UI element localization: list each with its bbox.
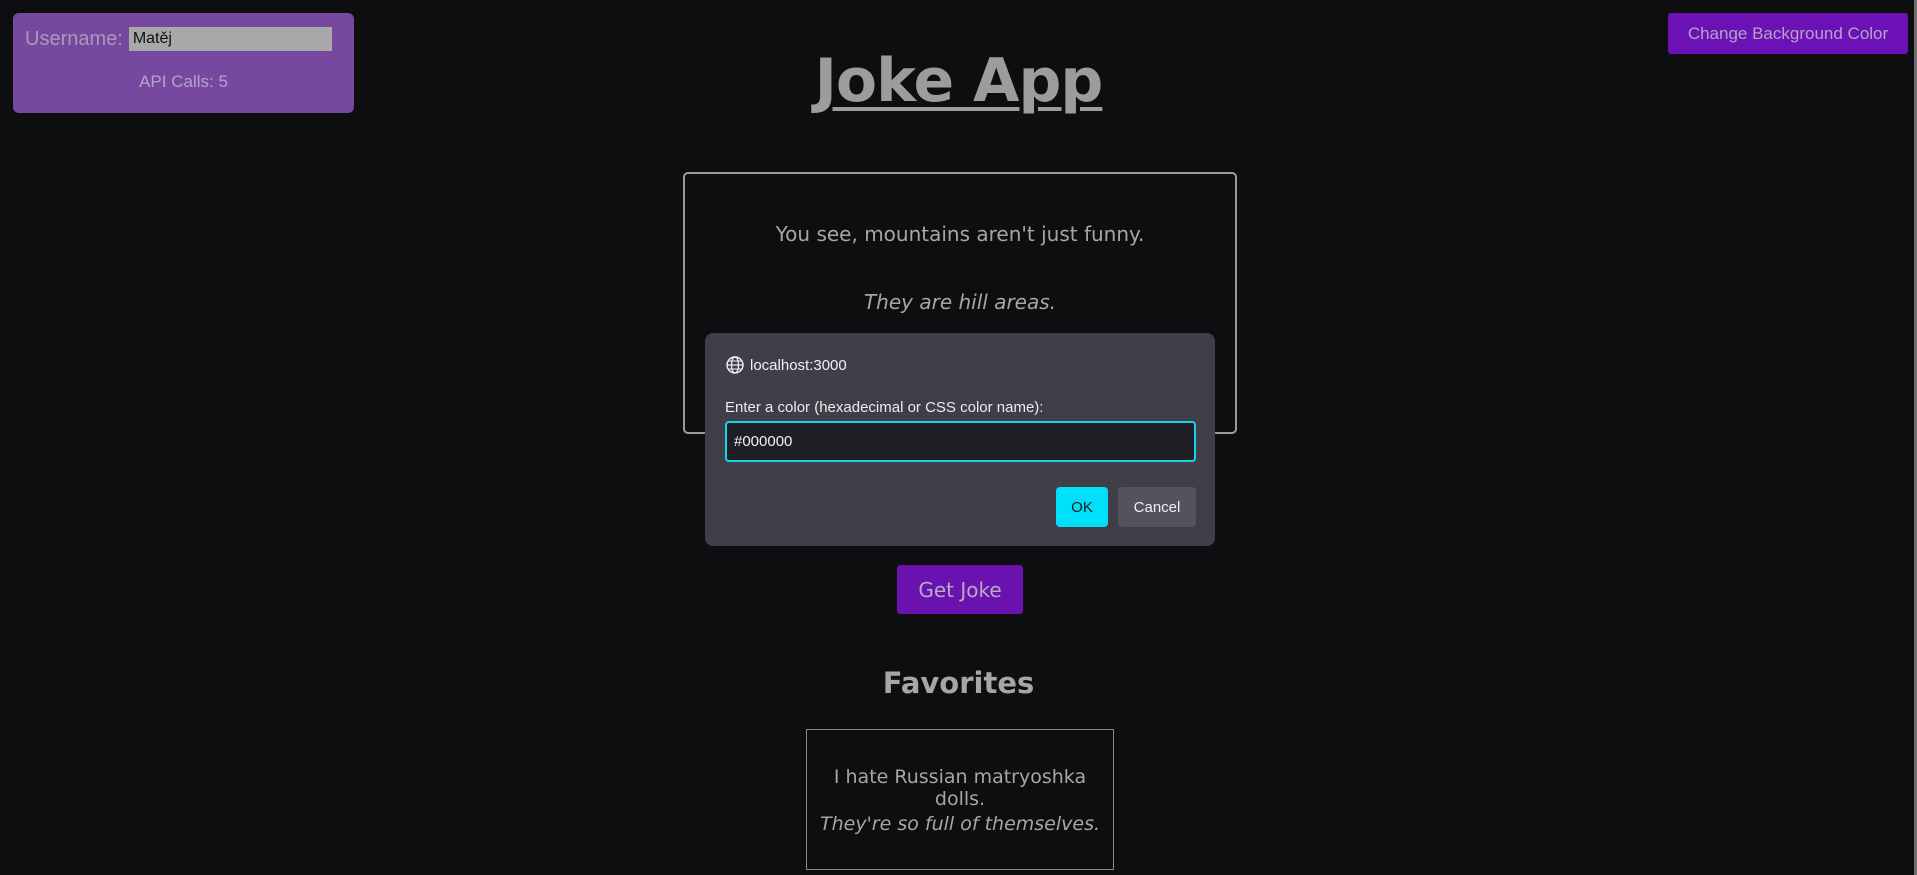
cancel-button[interactable]: Cancel [1118,487,1196,527]
dialog-origin: localhost:3000 [725,355,847,375]
ok-button[interactable]: OK [1056,487,1108,527]
dialog-origin-text: localhost:3000 [750,356,847,374]
favorite-joke-setup: I hate Russian matryoshka dolls. [833,766,1087,810]
favorite-joke-punchline: They're so full of themselves. [819,813,1101,835]
get-joke-button[interactable]: Get Joke [897,565,1023,614]
color-prompt-dialog: localhost:3000 Enter a color (hexadecima… [705,333,1215,546]
joke-punchline: They are hill areas. [863,290,1057,314]
favorites-heading: Favorites [882,666,1035,700]
joke-setup: You see, mountains aren't just funny. [775,222,1145,246]
dialog-message: Enter a color (hexadecimal or CSS color … [725,399,1044,416]
favorite-joke-card: I hate Russian matryoshka dolls. They're… [806,729,1114,870]
page-title: Joke App [814,46,1104,116]
globe-icon [725,355,745,375]
color-input[interactable] [725,421,1196,462]
